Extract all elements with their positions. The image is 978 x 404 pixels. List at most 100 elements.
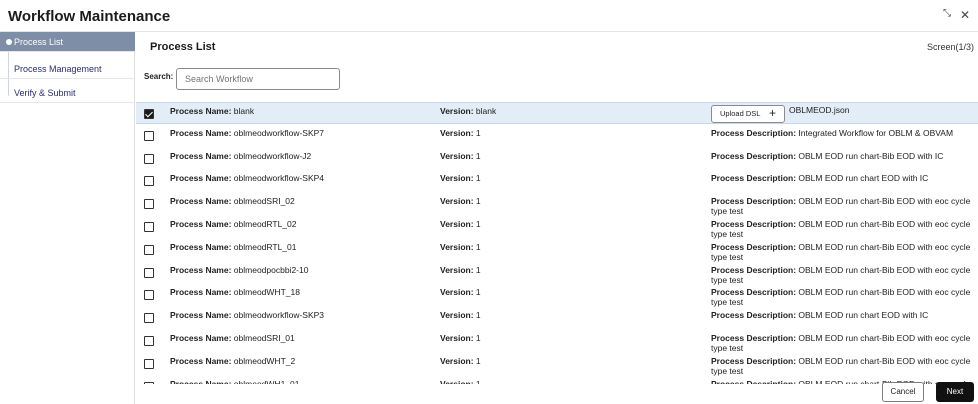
process-version: Version: 1 <box>440 310 481 320</box>
process-description-label: Process Description: <box>711 127 797 138</box>
resize-icon[interactable]: ⤡ <box>943 8 951 22</box>
table-row[interactable]: Process Name: oblmeodworkflow-SKP3 Versio… <box>136 307 978 329</box>
table-row[interactable]: Process Name: oblmeodRTL_02 Version: 1 Pro… <box>136 216 978 239</box>
process-name-label: Process Name: <box>170 219 232 229</box>
table-row[interactable]: Process Name: oblmeodworkflow-SKP7 Versio… <box>136 125 978 147</box>
process-version: Version: 1 <box>440 219 481 229</box>
process-description: Process Description: OBLM EOD run chart … <box>711 310 978 320</box>
upload-dsl-button[interactable]: Upload DSL + <box>711 105 785 123</box>
process-name-label: Process Name: <box>170 241 232 252</box>
process-name-value: blank <box>233 106 255 116</box>
checkbox-icon[interactable] <box>144 199 154 210</box>
sidebar-item-process-list[interactable]: Process List <box>0 32 135 52</box>
table-row[interactable]: Process Name: oblmeodworkflow-SKP4 Versio… <box>136 170 978 192</box>
process-version-label: Version: <box>440 241 474 252</box>
sidebar-item-process-management[interactable]: Process Management <box>0 59 135 79</box>
process-description-label: Process Description: <box>711 219 797 229</box>
process-version-label: Version: <box>440 173 474 184</box>
process-description-value: OBLM EOD run chart-Bib EOD with IC <box>798 150 944 161</box>
search-label: Search: <box>144 72 174 81</box>
process-name-label: Process Name: <box>170 150 232 161</box>
table-row[interactable]: Process Name: blank Version: blank Upload … <box>136 102 978 124</box>
process-name-value: oblmeodworkflow-SKP3 <box>233 310 325 321</box>
sidebar-item-label: Process List <box>14 37 64 47</box>
table-row[interactable]: Process Name: oblmeodWHT_2 Version: 1 Proc… <box>136 353 978 376</box>
process-description: Process Description: OBLM EOD run chart-… <box>711 287 978 307</box>
process-version: Version: 1 <box>440 333 481 343</box>
process-version: Version: 1 <box>440 265 481 275</box>
process-version-value: 1 <box>475 173 481 184</box>
table-row[interactable]: Process Name: oblmeodWHT_18 Version: 1 Pro… <box>136 284 978 307</box>
process-description-label: Process Description: <box>711 287 797 298</box>
process-version: Version: 1 <box>440 356 481 366</box>
checkbox-icon[interactable] <box>144 267 154 278</box>
process-description: Process Description: OBLM EOD run chart-… <box>711 333 978 353</box>
table-row[interactable]: Process Name: oblmeodworkflow-J2 Version:… <box>136 148 978 170</box>
process-name: Process Name: oblmeodRTL_02 <box>170 219 297 229</box>
process-name: Process Name: oblmeodpocbbi2-10 <box>170 265 308 275</box>
process-name-label: Process Name: <box>170 106 232 116</box>
process-version-value: 1 <box>475 310 481 321</box>
process-name-label: Process Name: <box>170 127 232 138</box>
process-name: Process Name: oblmeodWHT_18 <box>170 287 300 297</box>
process-description: Process Description: Integrated Workflow… <box>711 128 978 138</box>
plus-icon: + <box>768 106 776 120</box>
process-description: Process Description: OBLM EOD run chart-… <box>711 242 978 262</box>
process-description: Process Description: OBLM EOD run chart-… <box>711 196 978 216</box>
close-icon[interactable]: ✕ <box>960 8 970 22</box>
process-name-label: Process Name: <box>170 355 232 366</box>
process-name-label: Process Name: <box>170 333 232 343</box>
process-version-label: Version: <box>440 150 474 161</box>
process-description: Process Description: OBLM EOD run chart-… <box>711 151 978 161</box>
process-description: Process Description: OBLM EOD run chart-… <box>711 356 978 376</box>
process-version-value: 1 <box>475 287 481 298</box>
sidebar-item-label: Verify & Submit <box>14 88 76 98</box>
process-name: Process Name: oblmeodSRI_01 <box>170 333 295 343</box>
checkbox-icon[interactable] <box>144 130 154 141</box>
checkbox-icon[interactable] <box>144 336 154 346</box>
cancel-button[interactable]: Cancel <box>882 382 924 402</box>
process-name-value: oblmeodSRI_02 <box>233 196 295 207</box>
table-row[interactable]: Process Name: oblmeodpocbbi2-10 Version: … <box>136 262 978 285</box>
process-name-value: oblmeodpocbbi2-10 <box>233 264 309 275</box>
table-row[interactable]: Process Name: oblmeodSRI_02 Version: 1 Pro… <box>136 193 978 216</box>
checkbox-icon[interactable] <box>144 176 154 187</box>
checkbox-icon[interactable] <box>144 290 154 301</box>
title-bar: Workflow Maintenance ⤡ ✕ <box>0 0 978 32</box>
process-description: Process Description: OBLM EOD run chart-… <box>711 219 978 239</box>
process-version-label: Version: <box>440 333 474 343</box>
footer: Cancel Next <box>136 380 978 404</box>
checkbox-icon[interactable] <box>144 313 154 324</box>
checkbox-icon[interactable] <box>144 244 154 255</box>
checkbox-icon[interactable] <box>144 222 154 232</box>
process-version-value: 1 <box>475 333 481 343</box>
process-description-value: OBLM EOD run chart EOD with IC <box>798 310 929 321</box>
process-name-value: oblmeodWHT_2 <box>233 355 296 366</box>
checkbox-icon[interactable] <box>144 153 154 164</box>
table-row[interactable]: Process Name: oblmeodSRI_01 Version: 1 Pro… <box>136 330 978 353</box>
process-description-label: Process Description: <box>711 196 797 207</box>
process-name: Process Name: oblmeodRTL_01 <box>170 242 297 252</box>
process-name: Process Name: blank <box>170 106 254 116</box>
checkbox-icon[interactable] <box>144 109 154 119</box>
process-version-value: 1 <box>475 196 481 207</box>
process-name-label: Process Name: <box>170 264 232 275</box>
process-version-value: 1 <box>475 219 481 229</box>
process-description-label: Process Description: <box>711 355 797 366</box>
process-name-label: Process Name: <box>170 310 232 321</box>
checkbox-icon[interactable] <box>144 358 154 369</box>
process-name: Process Name: oblmeodworkflow-SKP7 <box>170 128 324 138</box>
process-version: Version: 1 <box>440 287 481 297</box>
process-description-label: Process Description: <box>711 150 797 161</box>
process-name: Process Name: oblmeodworkflow-SKP3 <box>170 310 324 320</box>
search-input[interactable] <box>176 68 340 90</box>
table-row[interactable]: Process Name: oblmeodRTL_01 Version: 1 Pro… <box>136 239 978 262</box>
process-description-label: Process Description: <box>711 264 797 275</box>
window-controls: ⤡ ✕ <box>943 8 970 22</box>
process-version-label: Version: <box>440 287 474 298</box>
sidebar-item-verify-submit[interactable]: Verify & Submit <box>0 83 135 103</box>
process-description-label: Process Description: <box>711 173 797 184</box>
next-button[interactable]: Next <box>936 382 974 402</box>
process-version-value: blank <box>475 106 497 116</box>
process-version: Version: 1 <box>440 173 481 183</box>
